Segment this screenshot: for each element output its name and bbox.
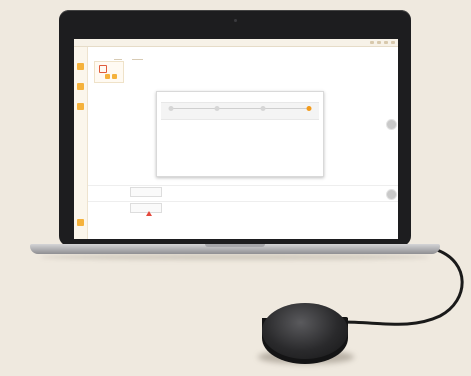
sidebar-button[interactable] (77, 103, 84, 110)
step-indicator-active (306, 106, 312, 111)
warning-icon (146, 211, 152, 216)
sidebar-button[interactable] (77, 63, 84, 70)
card-button[interactable] (112, 74, 117, 79)
header-icons (370, 41, 395, 44)
step-indicator (168, 106, 174, 111)
tab[interactable] (132, 55, 143, 60)
divider (88, 185, 398, 186)
document-icon (99, 65, 107, 73)
dialog (156, 91, 324, 177)
divider (88, 201, 398, 202)
laptop-screen (74, 39, 398, 239)
app-header (74, 39, 398, 47)
sidebar-button[interactable] (77, 83, 84, 90)
step-indicator (214, 106, 220, 111)
step-connector (171, 108, 309, 109)
list-item[interactable] (130, 187, 162, 197)
app-logo (76, 40, 94, 45)
product-photo-scene (0, 0, 471, 376)
tab[interactable] (114, 55, 123, 60)
avatar (386, 119, 397, 130)
camera-icon (234, 19, 237, 22)
card-button[interactable] (105, 74, 110, 79)
header-icon (391, 41, 395, 44)
laptop-notch (205, 244, 265, 247)
sidebar-button[interactable] (77, 219, 84, 226)
tab-bar (114, 55, 143, 60)
progress-steps (161, 102, 319, 120)
header-icon (384, 41, 388, 44)
header-icon (377, 41, 381, 44)
item-card[interactable] (94, 61, 124, 83)
header-icon (370, 41, 374, 44)
avatar (386, 189, 397, 200)
step-indicator (260, 106, 266, 111)
app-sidebar (74, 47, 88, 239)
device-top (262, 303, 348, 359)
